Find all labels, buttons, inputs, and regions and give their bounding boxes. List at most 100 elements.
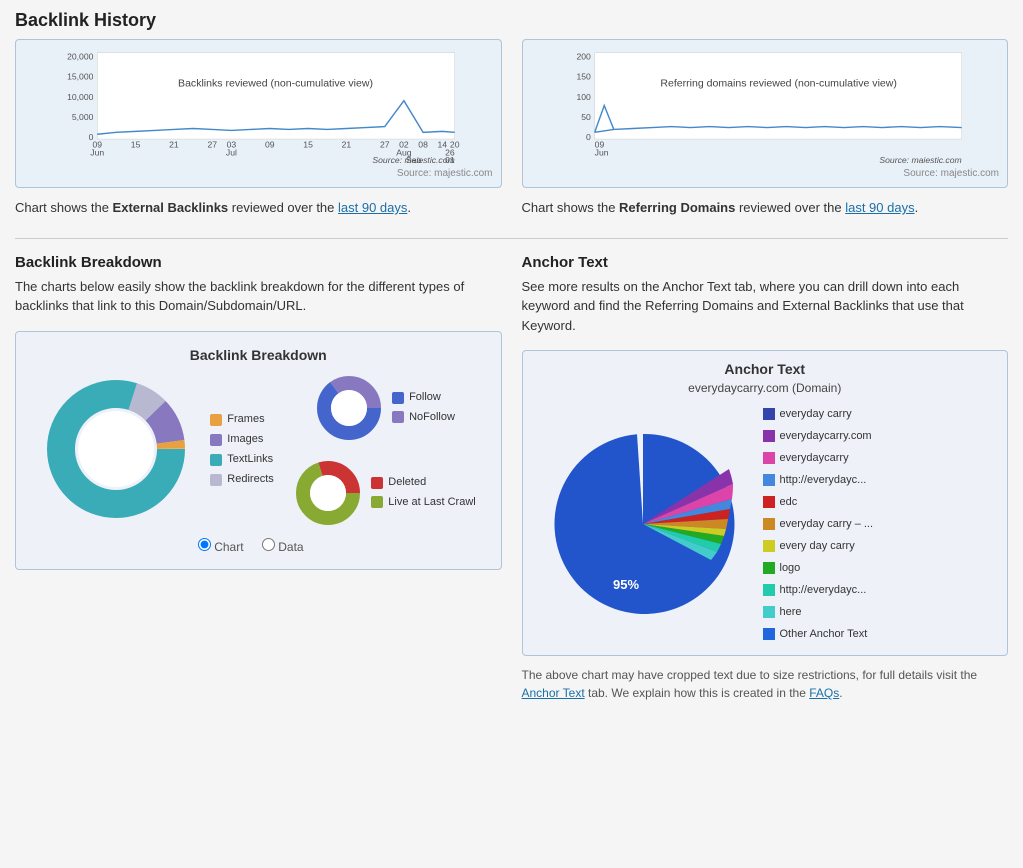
deleted-color (371, 477, 383, 489)
everyday-carry-dash-label: everyday carry – ... (780, 513, 874, 535)
anchor-legend-here: here (763, 601, 874, 623)
anchor-legend-everydaycarry: everydaycarry (763, 447, 874, 469)
anchor-pie-area: 95% everyday carry everydaycarry.com (533, 403, 998, 645)
small-donuts-area: Follow NoFollow (293, 373, 475, 528)
legend-deleted: Deleted (371, 473, 475, 493)
left-desc-plain2: reviewed over the (228, 200, 338, 215)
left-desc-end: . (407, 200, 411, 215)
anchor-chart-title: Anchor Text (533, 361, 998, 377)
breakdown-desc: The charts below easily show the backlin… (15, 277, 502, 316)
logo-color (763, 562, 775, 574)
deleted-donut-row: Deleted Live at Last Crawl (293, 458, 475, 528)
anchor-legend-edc: edc (763, 491, 874, 513)
backlink-history-title: Backlink History (15, 10, 1008, 31)
here-color (763, 606, 775, 618)
everydaycarry-com-color (763, 430, 775, 442)
svg-text:Jun: Jun (90, 147, 104, 157)
anchor-desc1: See more results on the (522, 279, 663, 294)
deleted-label: Deleted (388, 473, 426, 493)
anchor-bottom-link2[interactable]: FAQs (809, 686, 839, 700)
redirects-label: Redirects (227, 470, 273, 490)
follow-donut-row: Follow NoFollow (314, 373, 455, 443)
left-chart-col: 20,000 15,000 10,000 5,000 0 Backlinks r… (15, 39, 502, 218)
svg-text:Jun: Jun (594, 147, 608, 157)
textlinks-label: TextLinks (227, 450, 273, 470)
anchor-col: Anchor Text See more results on the Anch… (522, 254, 1009, 703)
data-radio-label[interactable]: Data (262, 540, 304, 554)
anchor-bottom1: The above chart may have cropped text du… (522, 668, 978, 682)
http1-label: http://everydayc... (780, 469, 867, 491)
follow-legend: Follow NoFollow (392, 388, 455, 428)
backlinks-link[interactable]: backlinks (15, 298, 68, 313)
svg-text:Source: majestic.com: Source: majestic.com (372, 155, 454, 163)
breakdown-title: Backlink Breakdown (15, 254, 502, 271)
right-desc-plain: Chart shows the (522, 200, 620, 215)
history-charts-row: 20,000 15,000 10,000 5,000 0 Backlinks r… (15, 39, 1008, 218)
bottom-sections-row: Backlink Breakdown The charts below easi… (15, 254, 1008, 703)
anchor-legend-everyday-carry: everyday carry (763, 403, 874, 425)
chart-data-radio: Chart Data (31, 538, 486, 554)
chart-radio-input[interactable] (198, 538, 211, 551)
breakdown-chart-title: Backlink Breakdown (31, 347, 486, 363)
anchor-bottom-link1[interactable]: Anchor Text (522, 686, 585, 700)
nofollow-color (392, 411, 404, 423)
svg-text:21: 21 (342, 140, 352, 150)
data-radio-input[interactable] (262, 538, 275, 551)
redirects-color (210, 474, 222, 486)
svg-text:5,000: 5,000 (72, 112, 94, 122)
every-day-carry-label: every day carry (780, 535, 855, 557)
svg-text:0: 0 (586, 132, 591, 142)
frames-label: Frames (227, 410, 264, 430)
breakdown-col: Backlink Breakdown The charts below easi… (15, 254, 502, 703)
legend-nofollow: NoFollow (392, 408, 455, 428)
left-chart-link[interactable]: last 90 days (338, 200, 407, 215)
right-chart-source: Source: majestic.com (531, 168, 1000, 179)
edc-label: edc (780, 491, 798, 513)
everyday-carry-label: everyday carry (780, 403, 852, 425)
live-color (371, 496, 383, 508)
svg-text:27: 27 (380, 140, 390, 150)
anchor-legend-logo: logo (763, 557, 874, 579)
breakdown-chart-box: Backlink Breakdown (15, 331, 502, 570)
svg-text:08: 08 (418, 140, 428, 150)
legend-live: Live at Last Crawl (371, 493, 475, 513)
frames-color (210, 414, 222, 426)
breakdown-desc2: that link to this Domain/Subdomain/URL. (68, 298, 306, 313)
svg-text:27: 27 (207, 140, 217, 150)
anchor-text-link[interactable]: Anchor Text (662, 279, 730, 294)
anchor-bottom2: tab. We explain how this is created in t… (585, 686, 810, 700)
legend-frames: Frames (210, 410, 273, 430)
large-donut-container (41, 374, 191, 527)
chart-radio-text: Chart (214, 540, 243, 554)
right-desc-bold: Referring Domains (619, 200, 735, 215)
legend-follow: Follow (392, 388, 455, 408)
other-label: Other Anchor Text (780, 623, 868, 645)
anchor-title: Anchor Text (522, 254, 1009, 271)
edc-color (763, 496, 775, 508)
legend-redirects: Redirects (210, 470, 273, 490)
left-desc-bold: External Backlinks (113, 200, 229, 215)
deleted-donut (293, 458, 363, 528)
chart-radio-label[interactable]: Chart (198, 540, 247, 554)
svg-text:21: 21 (169, 140, 179, 150)
anchor-desc: See more results on the Anchor Text tab,… (522, 277, 1009, 336)
svg-text:95%: 95% (613, 577, 639, 592)
anchor-legend-everyday-carry-dash: everyday carry – ... (763, 513, 874, 535)
breakdown-desc1: The charts below easily show the backlin… (15, 279, 464, 294)
svg-text:Referring domains reviewed (no: Referring domains reviewed (non-cumulati… (660, 77, 896, 89)
svg-text:15: 15 (131, 140, 141, 150)
svg-text:200: 200 (576, 52, 591, 62)
anchor-chart-box: Anchor Text everydaycarry.com (Domain) (522, 350, 1009, 656)
right-chart-link[interactable]: last 90 days (845, 200, 914, 215)
large-donut-chart (41, 374, 191, 524)
svg-text:09: 09 (265, 140, 275, 150)
http2-label: http://everydayc... (780, 579, 867, 601)
svg-text:150: 150 (576, 72, 591, 82)
anchor-bottom-desc: The above chart may have cropped text du… (522, 666, 1009, 702)
section-divider-1 (15, 238, 1008, 239)
anchor-legend-http1: http://everydayc... (763, 469, 874, 491)
http1-color (763, 474, 775, 486)
images-label: Images (227, 430, 263, 450)
right-desc-plain2: reviewed over the (735, 200, 845, 215)
every-day-carry-color (763, 540, 775, 552)
